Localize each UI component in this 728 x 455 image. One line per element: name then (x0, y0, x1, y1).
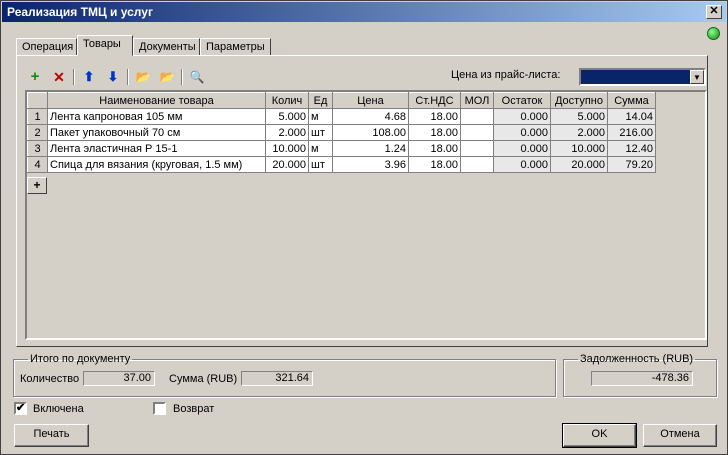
cell-unit[interactable]: м (308, 108, 333, 125)
table-row[interactable]: 3 Лента эластичная Р 15-1 10.000 м 1.24 … (27, 140, 656, 157)
window-title: Реализация ТМЦ и услуг (7, 5, 153, 19)
cell-balance: 0.000 (493, 140, 551, 157)
delete-row-icon[interactable]: ✕ (49, 67, 69, 87)
cell-unit[interactable]: шт (308, 124, 333, 141)
tab-operation[interactable]: Операция (16, 38, 77, 56)
cell-name[interactable]: Лента капроновая 105 мм (47, 108, 266, 125)
grid-header-row: Наименование товара Колич Ед Цена Ст.НДС… (27, 92, 656, 109)
cell-mol[interactable] (460, 124, 494, 141)
row-number[interactable]: 2 (27, 124, 48, 141)
cell-available: 2.000 (550, 124, 608, 141)
header-price[interactable]: Цена (332, 92, 409, 109)
cell-name[interactable]: Пакет упаковочный 70 см (47, 124, 266, 141)
cell-balance: 0.000 (493, 108, 551, 125)
title-bar: Реализация ТМЦ и услуг ✕ (2, 2, 726, 22)
enabled-label: Включена (33, 403, 84, 415)
cell-qty[interactable]: 20.000 (265, 156, 309, 173)
return-checkbox[interactable] (153, 402, 166, 415)
price-list-select[interactable]: ▼ (579, 68, 706, 86)
move-down-icon[interactable]: ⬇ (103, 67, 123, 87)
search-icon[interactable]: 🔍 (187, 67, 207, 87)
row-number[interactable]: 1 (27, 108, 48, 125)
quantity-label: Количество (20, 373, 80, 385)
move-up-icon[interactable]: ⬆ (79, 67, 99, 87)
tab-documents[interactable]: Документы (133, 38, 200, 56)
cell-price[interactable]: 108.00 (332, 124, 409, 141)
header-available[interactable]: Доступно (550, 92, 608, 109)
sum-value: 321.64 (241, 371, 313, 386)
header-unit[interactable]: Ед (308, 92, 333, 109)
header-name[interactable]: Наименование товара (47, 92, 266, 109)
goods-grid[interactable]: Наименование товара Колич Ед Цена Ст.НДС… (25, 90, 707, 340)
cell-unit[interactable]: м (308, 140, 333, 157)
debt-legend: Задолженность (RUB) (580, 353, 694, 365)
toolbar-separator (73, 69, 75, 85)
new-row-button[interactable]: + (27, 177, 47, 194)
cell-available: 10.000 (550, 140, 608, 157)
chevron-down-icon[interactable]: ▼ (690, 70, 704, 84)
folder-remove-icon[interactable]: 📂 (133, 67, 153, 87)
cell-price[interactable]: 1.24 (332, 140, 409, 157)
cell-balance: 0.000 (493, 124, 551, 141)
cell-vat[interactable]: 18.00 (408, 140, 461, 157)
cell-qty[interactable]: 2.000 (265, 124, 309, 141)
cell-name[interactable]: Спица для вязания (круговая, 1.5 мм) (47, 156, 266, 173)
table-row[interactable]: 4 Спица для вязания (круговая, 1.5 мм) 2… (27, 156, 656, 173)
goods-table: Наименование товара Колич Ед Цена Ст.НДС… (27, 92, 656, 173)
tab-goods[interactable]: Товары (77, 35, 133, 56)
cell-mol[interactable] (460, 108, 494, 125)
ok-button[interactable]: OK (562, 423, 637, 448)
folder-add-icon[interactable]: 📂 (157, 67, 177, 87)
cell-sum: 216.00 (607, 124, 656, 141)
cell-mol[interactable] (460, 140, 494, 157)
table-row[interactable]: 1 Лента капроновая 105 мм 5.000 м 4.68 1… (27, 108, 656, 125)
main-window: Реализация ТМЦ и услуг ✕ Операция Товары… (0, 0, 728, 455)
cell-price[interactable]: 4.68 (332, 108, 409, 125)
header-rownum (27, 92, 48, 109)
tab-parameters[interactable]: Параметры (200, 38, 271, 56)
document-totals-legend: Итого по документу (30, 353, 131, 365)
cell-balance: 0.000 (493, 156, 551, 173)
cell-qty[interactable]: 10.000 (265, 140, 309, 157)
cell-price[interactable]: 3.96 (332, 156, 409, 173)
enabled-checkbox[interactable]: ✔ (14, 402, 27, 415)
header-balance[interactable]: Остаток (493, 92, 551, 109)
cell-name[interactable]: Лента эластичная Р 15-1 (47, 140, 266, 157)
cell-sum: 14.04 (607, 108, 656, 125)
header-qty[interactable]: Колич (265, 92, 309, 109)
cell-unit[interactable]: шт (308, 156, 333, 173)
row-number[interactable]: 4 (27, 156, 48, 173)
table-row[interactable]: 2 Пакет упаковочный 70 см 2.000 шт 108.0… (27, 124, 656, 141)
cell-mol[interactable] (460, 156, 494, 173)
status-indicator-icon (707, 27, 720, 40)
add-row-icon[interactable]: + (25, 67, 45, 87)
cell-vat[interactable]: 18.00 (408, 124, 461, 141)
price-list-label: Цена из прайс-листа: (451, 69, 561, 81)
cell-vat[interactable]: 18.00 (408, 108, 461, 125)
close-button[interactable]: ✕ (706, 5, 722, 19)
cancel-button[interactable]: Отмена (643, 424, 717, 447)
return-label: Возврат (173, 403, 215, 415)
toolbar-separator (127, 69, 129, 85)
quantity-value: 37.00 (83, 371, 155, 386)
header-sum[interactable]: Сумма (607, 92, 656, 109)
cell-sum: 12.40 (607, 140, 656, 157)
cell-qty[interactable]: 5.000 (265, 108, 309, 125)
cell-available: 5.000 (550, 108, 608, 125)
cell-vat[interactable]: 18.00 (408, 156, 461, 173)
sum-label: Сумма (RUB) (169, 373, 238, 385)
header-mol[interactable]: МОЛ (460, 92, 494, 109)
debt-value: -478.36 (591, 371, 693, 386)
print-button[interactable]: Печать (14, 424, 89, 447)
header-vat[interactable]: Ст.НДС (408, 92, 461, 109)
toolbar-separator (181, 69, 183, 85)
cell-available: 20.000 (550, 156, 608, 173)
row-number[interactable]: 3 (27, 140, 48, 157)
cell-sum: 79.20 (607, 156, 656, 173)
